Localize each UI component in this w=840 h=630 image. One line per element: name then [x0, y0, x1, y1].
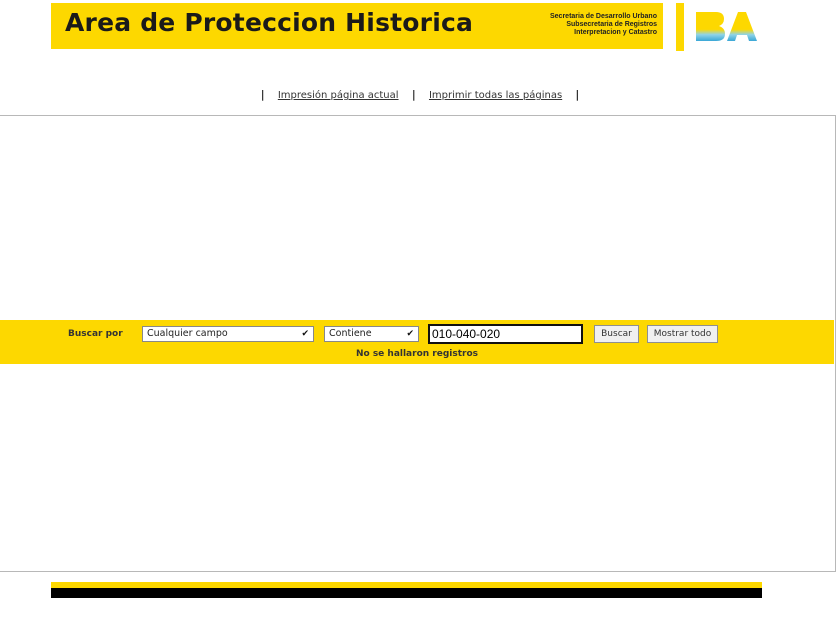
- separator: |: [575, 88, 580, 101]
- logo-stripe: [676, 3, 684, 51]
- field-select-value: Cualquier campo: [147, 328, 228, 339]
- print-current-page-link[interactable]: Impresión página actual: [278, 90, 399, 101]
- show-all-button[interactable]: Mostrar todo: [647, 325, 718, 343]
- header-subtitle: Secretaria de Desarrollo Urbano Subsecre…: [550, 13, 657, 37]
- subtitle-line-3: Interpretacion y Catastro: [574, 29, 657, 36]
- chevron-down-icon: ✔: [301, 329, 309, 339]
- operator-select[interactable]: Contiene ✔: [324, 326, 419, 342]
- header-banner: Area de Proteccion Historica Secretaria …: [51, 3, 663, 49]
- logo-text: BA: [694, 8, 696, 9]
- search-bar: Buscar por Cualquier campo ✔ Contiene ✔ …: [0, 320, 834, 364]
- search-button[interactable]: Buscar: [594, 325, 639, 343]
- operator-select-value: Contiene: [329, 328, 372, 339]
- subtitle-line-1: Secretaria de Desarrollo Urbano: [550, 13, 657, 20]
- page-title: Area de Proteccion Historica: [65, 8, 474, 37]
- search-by-label: Buscar por: [68, 329, 123, 339]
- ba-logo: BA: [694, 8, 757, 41]
- footer-black-bar: [51, 588, 762, 598]
- print-links-bar: | Impresión página actual | Imprimir tod…: [0, 88, 840, 101]
- search-input[interactable]: 010-040-020: [428, 324, 583, 344]
- chevron-down-icon: ✔: [406, 329, 414, 339]
- separator: |: [411, 88, 416, 101]
- separator: |: [260, 88, 265, 101]
- print-all-pages-link[interactable]: Imprimir todas las páginas: [429, 90, 562, 101]
- subtitle-line-2: Subsecretaria de Registros: [566, 21, 657, 28]
- status-message: No se hallaron registros: [355, 349, 479, 359]
- field-select[interactable]: Cualquier campo ✔: [142, 326, 314, 342]
